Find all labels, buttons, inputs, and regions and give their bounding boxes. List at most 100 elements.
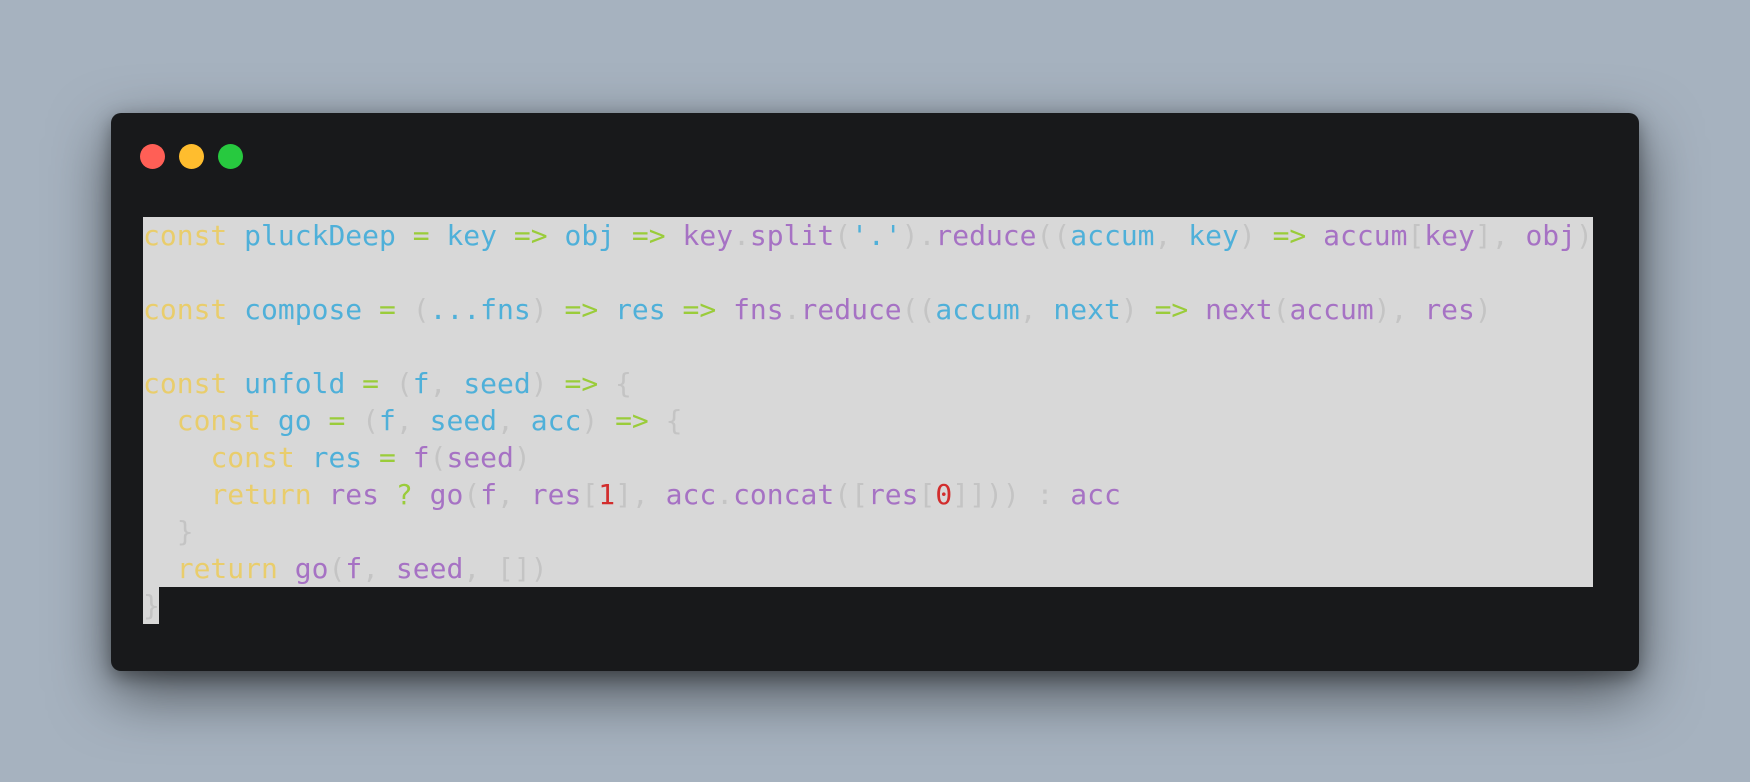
code-line: const res = f(seed) bbox=[143, 439, 1593, 476]
code-token: const bbox=[210, 441, 295, 474]
code-token: 0 bbox=[935, 478, 953, 511]
code-token: = bbox=[412, 219, 430, 252]
code-token: accum bbox=[1323, 219, 1408, 252]
code-token: ( bbox=[834, 219, 852, 252]
code-token: seed bbox=[395, 552, 464, 585]
code-token: seed bbox=[463, 367, 531, 400]
code-token: [ bbox=[581, 478, 599, 511]
code-token: acc bbox=[530, 404, 582, 437]
code-token: => bbox=[615, 404, 649, 437]
code-token: obj bbox=[1525, 219, 1577, 252]
code-token: reduce bbox=[800, 293, 902, 326]
code-token: ], bbox=[615, 478, 666, 511]
code-token: accum bbox=[935, 293, 1020, 326]
code-token: split bbox=[749, 219, 835, 252]
code-token: ( bbox=[379, 367, 413, 400]
code-token: => bbox=[564, 367, 599, 400]
code-token: key bbox=[1188, 219, 1239, 252]
code-token: const bbox=[143, 293, 228, 326]
code-line: ​ bbox=[143, 328, 1593, 365]
code-token: ). bbox=[901, 219, 936, 252]
maximize-window-button[interactable] bbox=[218, 144, 243, 169]
code-token: res bbox=[867, 478, 919, 511]
code-token: ( bbox=[463, 478, 481, 511]
minimize-window-button[interactable] bbox=[179, 144, 204, 169]
code-token: ]])) : bbox=[952, 478, 1071, 511]
code-token: pluckDeep bbox=[244, 219, 396, 252]
code-token: ( bbox=[395, 293, 430, 326]
code-token: = bbox=[362, 367, 380, 400]
code-token: . bbox=[716, 478, 734, 511]
code-line: return res ? go(f, res[1], acc.concat([r… bbox=[143, 476, 1593, 513]
code-token: unfold bbox=[244, 367, 346, 400]
close-window-button[interactable] bbox=[140, 144, 165, 169]
code-token: ) bbox=[581, 404, 616, 437]
code-token: accum bbox=[1070, 219, 1155, 252]
code-line: return go(f, seed, []) bbox=[143, 550, 1593, 587]
code-token: , bbox=[497, 478, 531, 511]
code-token: ( bbox=[429, 441, 447, 474]
code-token: go bbox=[429, 478, 464, 511]
code-line: } bbox=[143, 513, 1593, 550]
code-token: , bbox=[1019, 293, 1054, 326]
code-token: f bbox=[412, 367, 430, 400]
code-token: compose bbox=[244, 293, 363, 326]
code-token: ( bbox=[1272, 293, 1290, 326]
code-token: => bbox=[1272, 219, 1307, 252]
code-token: ( bbox=[345, 404, 380, 437]
code-token: next bbox=[1053, 293, 1121, 326]
code-token: 1 bbox=[598, 478, 616, 511]
code-token: '.' bbox=[851, 219, 902, 252]
code-token: . bbox=[733, 219, 750, 252]
code-token: go bbox=[294, 552, 329, 585]
code-token: ...fns bbox=[429, 293, 531, 326]
code-window: const pluckDeep = key => obj => key.spli… bbox=[111, 113, 1639, 671]
code-line: } bbox=[143, 587, 159, 624]
code-token: ) bbox=[1474, 293, 1492, 326]
code-token: , []) bbox=[463, 552, 548, 585]
code-token: res bbox=[328, 478, 380, 511]
code-token: , bbox=[429, 367, 464, 400]
code-token: next bbox=[1205, 293, 1273, 326]
code-token: = bbox=[379, 293, 396, 326]
code-token: acc bbox=[1070, 478, 1121, 511]
code-token: const bbox=[143, 219, 228, 252]
code-token: } bbox=[143, 589, 159, 622]
code-token: , bbox=[362, 552, 396, 585]
code-token: go bbox=[277, 404, 312, 437]
code-line-last: } bbox=[143, 587, 1593, 624]
code-token: => bbox=[682, 293, 717, 326]
code-block[interactable]: const pluckDeep = key => obj => key.spli… bbox=[143, 217, 1593, 624]
code-token: ], bbox=[1474, 219, 1526, 252]
code-token: = bbox=[328, 404, 346, 437]
code-token: ), bbox=[1373, 293, 1425, 326]
code-token: ) bbox=[513, 441, 531, 474]
code-token: seed bbox=[446, 441, 514, 474]
code-token: = bbox=[379, 441, 396, 474]
code-token: ) bbox=[1576, 219, 1593, 252]
code-token: res bbox=[311, 441, 363, 474]
code-token: seed bbox=[429, 404, 498, 437]
code-token: } bbox=[143, 515, 194, 548]
code-token: res bbox=[615, 293, 666, 326]
code-token: f bbox=[379, 404, 396, 437]
code-token: f bbox=[412, 441, 430, 474]
code-token: , bbox=[395, 404, 430, 437]
code-token: return bbox=[176, 552, 278, 585]
code-token: const bbox=[176, 404, 262, 437]
